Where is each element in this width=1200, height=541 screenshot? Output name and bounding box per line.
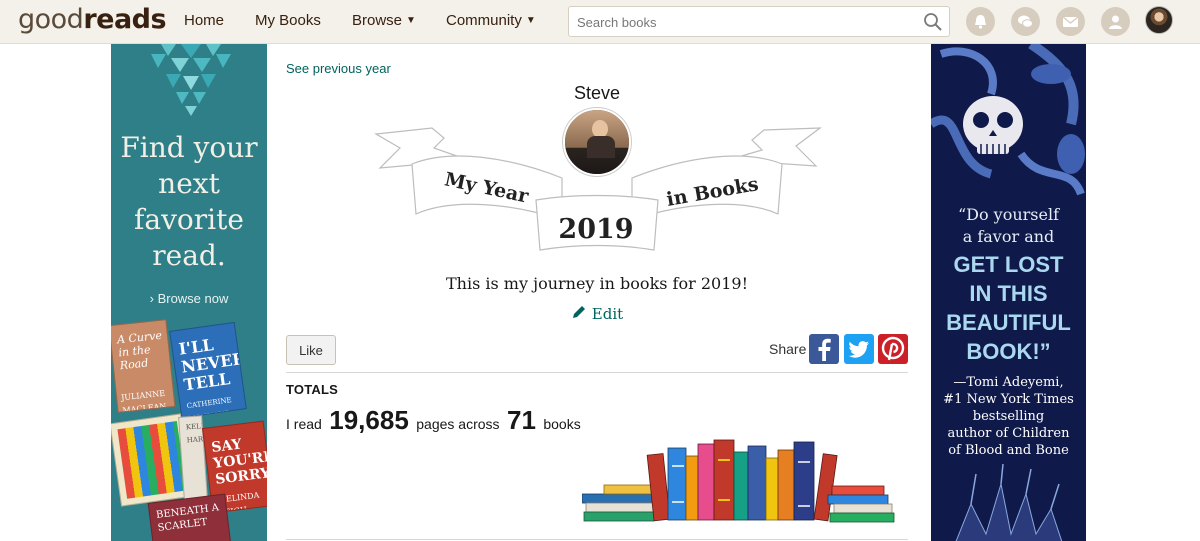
share-twitter-button[interactable] bbox=[844, 334, 874, 364]
search-box bbox=[568, 6, 950, 37]
nav-browse-menu[interactable]: Browse ▼ bbox=[352, 12, 416, 29]
skull-illustration bbox=[931, 44, 1085, 196]
left-advertisement[interactable]: Find your next favorite read. › Browse n… bbox=[111, 44, 267, 541]
book-cover: A Curve in the Road JULIANNE MACLEAN bbox=[111, 319, 176, 413]
logo-text-bold: reads bbox=[83, 4, 167, 35]
user-avatar[interactable] bbox=[1145, 6, 1173, 34]
right-ad-quote-intro: “Do yourself a favor and bbox=[957, 205, 1060, 246]
left-ad-headline: Find your next favorite read. bbox=[120, 131, 258, 272]
stat-mid: pages across bbox=[416, 416, 500, 432]
like-button[interactable]: Like bbox=[286, 335, 336, 365]
book-title: SAY YOU'RE SORRY bbox=[210, 436, 267, 488]
stat-prefix: I read bbox=[286, 416, 322, 432]
nav-home-link[interactable]: Home bbox=[184, 12, 224, 29]
notifications-button[interactable] bbox=[966, 7, 995, 36]
browse-now-link[interactable]: › Browse now bbox=[111, 291, 267, 306]
right-advertisement[interactable]: “Do yourself a favor and GET LOST IN THI… bbox=[931, 44, 1086, 541]
see-previous-year-link[interactable]: See previous year bbox=[286, 61, 391, 76]
bell-icon bbox=[975, 15, 986, 29]
crown-illustration bbox=[955, 464, 1063, 541]
profile-photo[interactable] bbox=[563, 108, 631, 176]
twitter-icon bbox=[848, 341, 869, 358]
book-cover: I'LL NEVER TELL CATHERINE MCKENZIE bbox=[169, 321, 247, 419]
nav-browse-label: Browse bbox=[352, 12, 403, 29]
logo-text-light: good bbox=[18, 4, 84, 35]
book-title: BENEATH A SCARLET bbox=[155, 502, 220, 534]
book-cover: BENEATH A SCARLET bbox=[147, 493, 233, 541]
nav-my-books-link[interactable]: My Books bbox=[255, 12, 321, 29]
facebook-icon bbox=[818, 338, 831, 361]
divider bbox=[286, 539, 908, 540]
friends-button[interactable] bbox=[1101, 7, 1130, 36]
book-author: CATHERINE MCKENZIE bbox=[186, 396, 233, 419]
geometric-pattern bbox=[151, 44, 231, 116]
mail-icon bbox=[1062, 16, 1079, 27]
book-title: I'LL NEVER TELL bbox=[177, 335, 247, 395]
share-label: Share bbox=[769, 341, 807, 357]
chat-icon bbox=[1018, 15, 1033, 28]
chevron-down-icon: ▼ bbox=[406, 15, 416, 26]
discussions-button[interactable] bbox=[1011, 7, 1040, 36]
search-icon[interactable] bbox=[923, 12, 943, 32]
nav-community-menu[interactable]: Community ▼ bbox=[446, 12, 536, 29]
stat-suffix: books bbox=[543, 416, 581, 432]
share-pinterest-button[interactable] bbox=[878, 334, 908, 364]
goodreads-logo[interactable]: goodreads bbox=[18, 4, 167, 35]
chevron-down-icon: ▼ bbox=[525, 15, 536, 26]
pencil-icon bbox=[573, 306, 585, 318]
edit-label: Edit bbox=[591, 305, 624, 323]
username: Steve bbox=[573, 83, 621, 103]
divider bbox=[286, 372, 908, 373]
reading-totals: I read 19,685 pages across 71 books bbox=[286, 405, 581, 436]
search-input[interactable] bbox=[577, 13, 917, 31]
right-ad-quote-main: GET LOST IN THIS BEAUTIFUL BOOK!” bbox=[946, 252, 1071, 364]
right-ad-attribution: —Tomi Adeyemi, #1 New York Times bestsel… bbox=[943, 375, 1074, 458]
totals-heading: TOTALS bbox=[286, 382, 338, 397]
share-facebook-button[interactable] bbox=[809, 334, 839, 364]
book-author: KELLY HARMS bbox=[185, 421, 208, 445]
book-author: JULIANNE MACLEAN bbox=[120, 388, 167, 413]
pages-count: 19,685 bbox=[329, 405, 409, 435]
nav-community-label: Community bbox=[446, 12, 522, 29]
book-art bbox=[117, 421, 187, 499]
pinterest-icon bbox=[881, 336, 905, 361]
top-navigation-bar: goodreads Home My Books Browse ▼ Communit… bbox=[0, 0, 1200, 44]
book-title: A Curve in the Road bbox=[116, 328, 163, 373]
journey-description: This is my journey in books for 2019! bbox=[446, 274, 748, 293]
photo-body bbox=[587, 136, 615, 158]
bookshelf-illustration bbox=[582, 439, 895, 523]
banner-year: 2019 bbox=[558, 214, 634, 245]
books-count: 71 bbox=[506, 405, 536, 435]
messages-button[interactable] bbox=[1056, 7, 1085, 36]
edit-link[interactable]: Edit bbox=[571, 304, 623, 323]
friends-icon bbox=[1109, 15, 1122, 29]
